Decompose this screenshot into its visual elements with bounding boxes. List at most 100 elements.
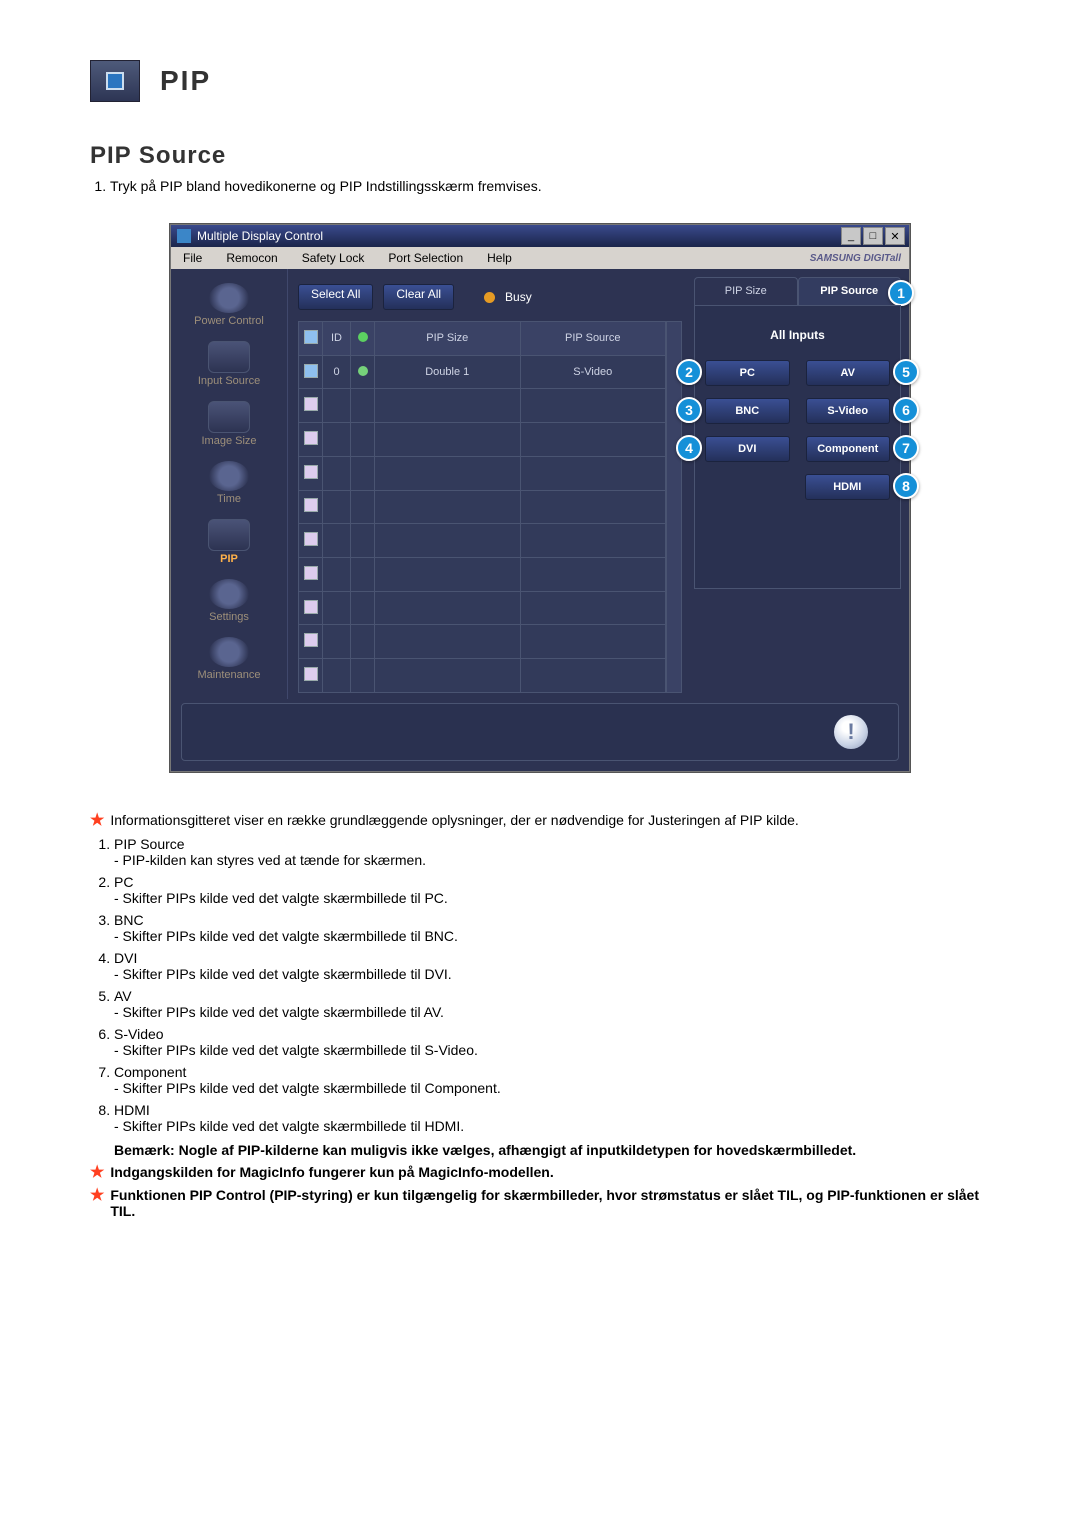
row-checkbox[interactable] (304, 667, 318, 681)
tab-pip-source[interactable]: PIP Source 1 (798, 277, 902, 305)
av-button[interactable]: AV 5 (806, 360, 891, 386)
list-item-8: HDMI - Skifter PIPs kilde ved det valgte… (114, 1102, 990, 1134)
star-icon: ★ (90, 1164, 104, 1182)
menu-file[interactable]: File (171, 251, 214, 265)
sidebar-item-settings[interactable]: Settings (175, 575, 283, 631)
grid-header-status[interactable] (351, 322, 375, 356)
window-icon (177, 229, 191, 243)
pc-button-label: PC (740, 367, 755, 379)
row-checkbox[interactable] (304, 465, 318, 479)
sidebar-item-time[interactable]: Time (175, 457, 283, 513)
row-checkbox[interactable] (304, 566, 318, 580)
dvi-button-label: DVI (738, 443, 756, 455)
cell-pip-size: Double 1 (375, 355, 521, 389)
note-intro: Informationsgitteret viser en række grun… (110, 812, 798, 830)
row-checkbox[interactable] (304, 633, 318, 647)
item-6-title: S-Video (114, 1026, 164, 1042)
table-row[interactable] (299, 524, 666, 558)
menu-safety-lock[interactable]: Safety Lock (290, 251, 377, 265)
status-bar: ! (181, 703, 899, 761)
row-checkbox[interactable] (304, 532, 318, 546)
row-checkbox[interactable] (304, 397, 318, 411)
list-item-2: PC - Skifter PIPs kilde ved det valgte s… (114, 874, 990, 906)
callout-5: 5 (893, 359, 919, 385)
table-row[interactable] (299, 659, 666, 693)
sidebar-item-image-size[interactable]: Image Size (175, 397, 283, 455)
cell-pip-source: S-Video (520, 355, 666, 389)
status-dot-icon (358, 366, 368, 376)
window-close-button[interactable]: ✕ (885, 227, 905, 245)
sidebar-item-input-source[interactable]: Input Source (175, 337, 283, 395)
hdmi-button-label: HDMI (833, 481, 861, 493)
callout-7: 7 (893, 435, 919, 461)
sidebar-item-maintenance[interactable]: Maintenance (175, 633, 283, 689)
pip-icon (90, 60, 140, 102)
table-row[interactable] (299, 423, 666, 457)
sidebar-item-power-control[interactable]: Power Control (175, 279, 283, 335)
item-1-desc: - PIP-kilden kan styres ved at tænde for… (114, 852, 990, 868)
row-checkbox[interactable] (304, 364, 318, 378)
source-panel: All Inputs 2 PC AV 5 (694, 305, 901, 589)
callout-3: 3 (676, 397, 702, 423)
item-4-desc: - Skifter PIPs kilde ved det valgte skær… (114, 966, 990, 982)
menu-help[interactable]: Help (475, 251, 524, 265)
tab-pip-size[interactable]: PIP Size (694, 277, 798, 305)
grid-header-id[interactable]: ID (323, 322, 351, 356)
item-8-title: HDMI (114, 1102, 150, 1118)
table-row[interactable] (299, 625, 666, 659)
window-maximize-button[interactable]: □ (863, 227, 883, 245)
section-heading: PIP Source (90, 142, 990, 170)
menu-remocon[interactable]: Remocon (214, 251, 289, 265)
pip-sidebar-icon (208, 519, 250, 551)
note-line: Bemærk: Nogle af PIP-kilderne kan muligv… (114, 1142, 990, 1158)
grid-header-pip-source[interactable]: PIP Source (520, 322, 666, 356)
grid-header-pip-size[interactable]: PIP Size (375, 322, 521, 356)
cell-id: 0 (323, 355, 351, 389)
star-note-3: Funktionen PIP Control (PIP-styring) er … (110, 1187, 990, 1219)
item-7-title: Component (114, 1064, 186, 1080)
clear-all-button[interactable]: Clear All (383, 284, 454, 310)
table-row[interactable]: 0 Double 1 S-Video (299, 355, 666, 389)
row-checkbox[interactable] (304, 431, 318, 445)
panel-subtitle: All Inputs (705, 328, 890, 342)
list-item-4: DVI - Skifter PIPs kilde ved det valgte … (114, 950, 990, 982)
busy-indicator-icon (484, 292, 495, 303)
hdmi-button[interactable]: HDMI 8 (805, 474, 891, 500)
sidebar-label-image-size: Image Size (201, 435, 256, 447)
window-titlebar: Multiple Display Control _ □ ✕ (171, 225, 909, 247)
callout-1: 1 (888, 280, 914, 306)
row-checkbox[interactable] (304, 498, 318, 512)
input-source-icon (208, 341, 250, 373)
list-item-3: BNC - Skifter PIPs kilde ved det valgte … (114, 912, 990, 944)
sidebar-label-time: Time (217, 493, 241, 505)
busy-label: Busy (505, 290, 532, 304)
row-checkbox[interactable] (304, 600, 318, 614)
svideo-button[interactable]: S-Video 6 (806, 398, 891, 424)
table-row[interactable] (299, 591, 666, 625)
step-1: Tryk på PIP bland hovedikonerne og PIP I… (110, 178, 990, 194)
item-5-desc: - Skifter PIPs kilde ved det valgte skær… (114, 1004, 990, 1020)
window-minimize-button[interactable]: _ (841, 227, 861, 245)
display-grid: ID PIP Size PIP Source 0 Double 1 S-Vide… (298, 321, 666, 693)
grid-header-checkbox[interactable] (299, 322, 323, 356)
bnc-button[interactable]: 3 BNC (705, 398, 790, 424)
component-button-label: Component (817, 443, 878, 455)
av-button-label: AV (841, 367, 855, 379)
select-all-button[interactable]: Select All (298, 284, 373, 310)
table-row[interactable] (299, 490, 666, 524)
sidebar-label-input-source: Input Source (198, 375, 260, 387)
component-button[interactable]: Component 7 (806, 436, 891, 462)
menu-port-selection[interactable]: Port Selection (376, 251, 475, 265)
info-icon[interactable]: ! (834, 715, 868, 749)
item-2-desc: - Skifter PIPs kilde ved det valgte skær… (114, 890, 990, 906)
sidebar-item-pip[interactable]: PIP (175, 515, 283, 573)
dvi-button[interactable]: 4 DVI (705, 436, 790, 462)
item-4-title: DVI (114, 950, 137, 966)
table-row[interactable] (299, 558, 666, 592)
table-row[interactable] (299, 456, 666, 490)
page-title: PIP (160, 65, 211, 97)
item-6-desc: - Skifter PIPs kilde ved det valgte skær… (114, 1042, 990, 1058)
settings-icon (209, 579, 249, 609)
table-row[interactable] (299, 389, 666, 423)
pc-button[interactable]: 2 PC (705, 360, 790, 386)
